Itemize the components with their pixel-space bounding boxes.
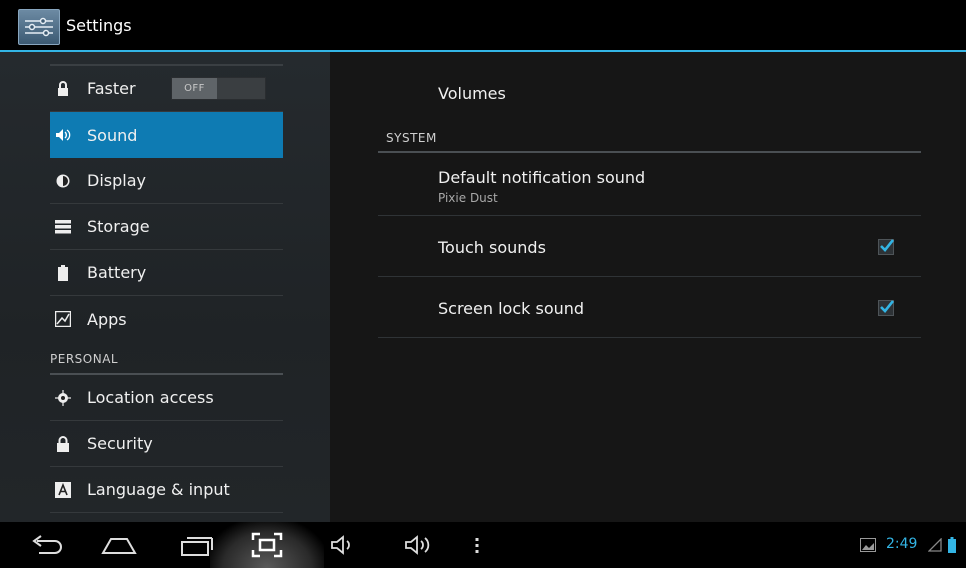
sidebar-item-label: Battery xyxy=(87,263,147,282)
notification-sound-title: Default notification sound xyxy=(438,168,646,187)
sidebar-item-label: Storage xyxy=(87,217,150,236)
touch-sounds-label: Touch sounds xyxy=(438,238,546,257)
back-button[interactable] xyxy=(26,522,66,568)
storage-icon xyxy=(55,219,71,235)
home-icon xyxy=(101,538,137,554)
volume-up-button[interactable] xyxy=(400,522,440,568)
battery-icon xyxy=(55,264,71,281)
sidebar-item-label: Language & input xyxy=(87,480,230,499)
sidebar-item-label: Display xyxy=(87,171,146,190)
overflow-menu-icon xyxy=(475,538,479,553)
sidebar-item-label: Faster xyxy=(87,79,136,98)
sidebar-item-label: Location access xyxy=(87,388,214,407)
app-title: Settings xyxy=(66,16,132,35)
sidebar-item-label: Security xyxy=(87,434,153,453)
volume-down-button[interactable] xyxy=(325,522,361,568)
language-icon xyxy=(55,481,71,498)
list-divider xyxy=(378,276,921,277)
sidebar-item-location-access[interactable]: Location access xyxy=(50,375,283,421)
apps-icon xyxy=(55,311,71,327)
sidebar-item-battery[interactable]: Battery xyxy=(50,250,283,296)
sidebar-item-label: Sound xyxy=(87,125,138,145)
sidebar-item-display[interactable]: Display xyxy=(50,158,283,204)
touch-sounds-checkbox[interactable] xyxy=(878,239,894,255)
sidebar-item-security[interactable]: Security xyxy=(50,421,283,467)
menu-button[interactable] xyxy=(466,522,488,568)
lock-icon xyxy=(55,435,71,452)
notification-sound-summary: Pixie Dust xyxy=(438,191,498,205)
system-navigation-bar: 2:49 xyxy=(0,522,966,568)
screen-lock-sound-checkbox[interactable] xyxy=(878,300,894,316)
gallery-notification-icon[interactable] xyxy=(858,522,878,568)
sound-settings-pane: Volumes SYSTEM Default notification soun… xyxy=(330,52,966,522)
screenshot-icon xyxy=(251,532,283,558)
volume-down-icon xyxy=(331,535,350,555)
status-clock: 2:49 xyxy=(886,536,918,552)
signal-icon xyxy=(926,522,944,568)
list-divider xyxy=(378,215,921,216)
system-header: SYSTEM xyxy=(386,131,437,145)
location-icon xyxy=(55,389,71,406)
sidebar-item-sound[interactable]: Sound xyxy=(50,112,283,158)
screenshot-button[interactable] xyxy=(247,522,287,568)
home-button[interactable] xyxy=(96,522,142,568)
sidebar-item-label: Apps xyxy=(87,309,127,329)
back-icon xyxy=(32,535,62,554)
recent-apps-icon xyxy=(181,537,213,556)
battery-status-icon xyxy=(945,522,959,568)
recent-apps-button[interactable] xyxy=(174,522,220,568)
lock-icon xyxy=(55,80,71,97)
screen-lock-sound-label: Screen lock sound xyxy=(438,299,585,318)
personal-header: PERSONAL xyxy=(50,352,119,366)
settings-sidebar: Faster OFF Sound Display Storage Battery… xyxy=(0,52,330,522)
sidebar-item-language-input[interactable]: Language & input xyxy=(50,467,283,513)
settings-sliders-icon[interactable] xyxy=(18,9,60,45)
sidebar-item-storage[interactable]: Storage xyxy=(50,204,283,250)
volumes-item[interactable]: Volumes xyxy=(438,84,506,103)
volume-up-icon xyxy=(405,535,430,555)
faster-toggle[interactable]: OFF xyxy=(171,77,266,100)
system-header-divider xyxy=(378,151,921,153)
sidebar-item-apps[interactable]: Apps xyxy=(50,296,283,342)
toggle-state-label: OFF xyxy=(172,78,217,99)
speaker-icon xyxy=(55,127,71,143)
brightness-icon xyxy=(55,173,71,189)
action-bar: Settings xyxy=(0,0,966,52)
list-divider xyxy=(378,337,921,338)
